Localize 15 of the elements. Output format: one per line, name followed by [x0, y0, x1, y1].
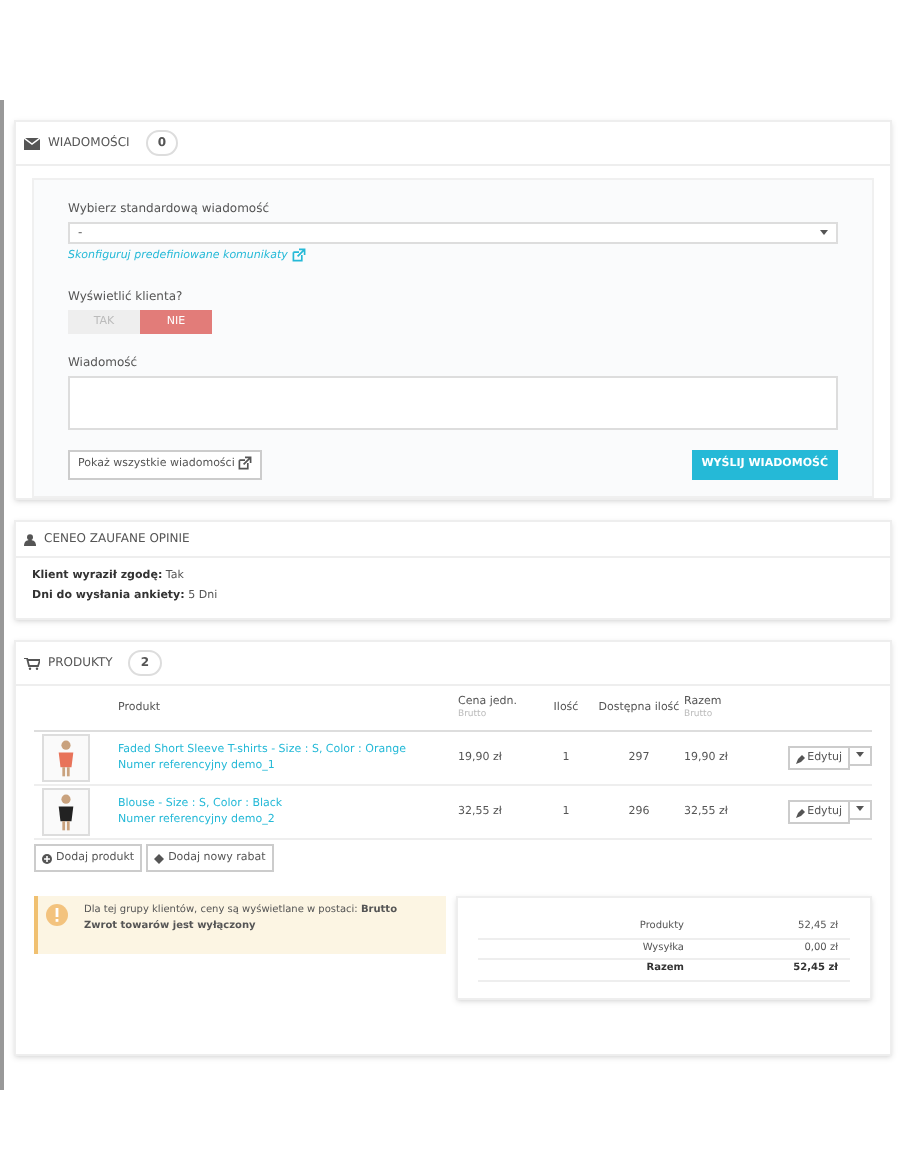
user-icon — [24, 533, 36, 545]
exclamation-icon — [46, 904, 68, 927]
caret-icon — [820, 230, 828, 236]
cart-icon — [24, 657, 40, 669]
plus-circle-icon — [42, 853, 52, 864]
caret-icon — [856, 752, 864, 759]
envelope-icon — [24, 137, 40, 149]
dropdown-button[interactable] — [850, 799, 872, 820]
message-field[interactable] — [68, 376, 838, 431]
external-link-icon — [291, 248, 306, 262]
dropdown-button[interactable] — [850, 745, 872, 766]
pencil-icon — [795, 807, 806, 817]
pencil-icon — [795, 753, 806, 763]
caret-icon — [856, 806, 864, 813]
external-link-icon — [238, 456, 253, 471]
